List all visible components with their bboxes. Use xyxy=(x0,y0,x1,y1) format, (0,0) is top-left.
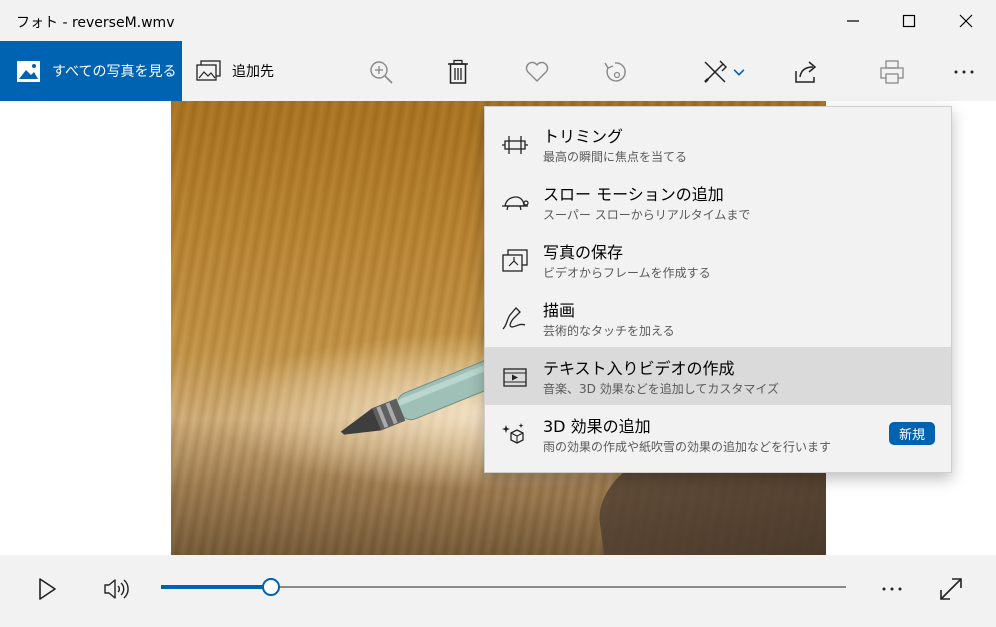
fullscreen-button[interactable] xyxy=(933,571,969,607)
rotate-icon xyxy=(604,62,626,82)
window-title: フォト - reverseM.wmv xyxy=(16,15,175,31)
menu-item-title: 写真の保存 xyxy=(543,243,624,262)
fullscreen-icon xyxy=(940,578,962,600)
minimize-icon xyxy=(847,19,859,22)
playback-more-button[interactable] xyxy=(874,571,910,607)
menu-item-subtitle: 雨の効果の作成や紙吹雪の効果の追加などを行います xyxy=(543,440,832,454)
toolbar: すべての写真を見る 追加先 xyxy=(0,41,996,101)
share-icon xyxy=(795,61,817,83)
minimize-button[interactable] xyxy=(825,0,881,41)
menu-item-slow-motion[interactable]: スロー モーションの追加 スーパー スローからリアルタイムまで xyxy=(485,173,951,231)
rotate-button[interactable] xyxy=(598,55,632,89)
video-with-text-icon xyxy=(503,368,527,387)
share-button[interactable] xyxy=(789,55,823,89)
menu-item-title: トリミング xyxy=(543,127,624,146)
save-photo-icon xyxy=(502,249,528,272)
menu-item-subtitle: ビデオからフレームを作成する xyxy=(543,266,711,280)
volume-button[interactable] xyxy=(98,571,134,607)
add-to-button[interactable]: 追加先 xyxy=(196,41,274,101)
menu-item-title: 描画 xyxy=(543,301,576,320)
menu-item-subtitle: 芸術的なタッチを加える xyxy=(543,324,675,338)
menu-item-subtitle: 最高の瞬間に焦点を当てる xyxy=(543,150,688,164)
menu-item-draw[interactable]: 描画 芸術的なタッチを加える xyxy=(485,289,951,347)
seek-thumb[interactable] xyxy=(262,578,280,596)
menu-item-title: テキスト入りビデオの作成 xyxy=(543,359,735,378)
volume-icon xyxy=(104,579,129,599)
favorite-heart-icon xyxy=(525,61,549,82)
trim-icon xyxy=(502,136,528,154)
edit-create-button[interactable] xyxy=(696,55,752,89)
play-icon xyxy=(39,578,56,600)
maximize-icon xyxy=(902,14,916,27)
play-button[interactable] xyxy=(29,571,65,607)
edit-create-icon xyxy=(704,60,727,83)
menu-item-save-photo[interactable]: 写真の保存 ビデオからフレームを作成する xyxy=(485,231,951,289)
menu-item-3d-effects[interactable]: 3D 効果の追加 雨の効果の作成や紙吹雪の効果の追加などを行います 新規 xyxy=(485,405,951,463)
photos-app-window: フォト - reverseM.wmv すべての写真を見る 追加先 トリミング 最… xyxy=(0,0,996,627)
menu-item-subtitle: 音楽、3D 効果などを追加してカスタマイズ xyxy=(543,382,779,396)
seek-progress xyxy=(161,585,271,589)
slow-motion-turtle-icon xyxy=(502,196,529,211)
3d-effects-icon xyxy=(502,423,524,444)
menu-item-subtitle: スーパー スローからリアルタイムまで xyxy=(543,208,751,222)
playback-controls xyxy=(0,555,996,627)
menu-item-video-with-text[interactable]: テキスト入りビデオの作成 音楽、3D 効果などを追加してカスタマイズ xyxy=(485,347,951,405)
menu-item-title: 3D 効果の追加 xyxy=(543,417,651,436)
favorite-button[interactable] xyxy=(520,55,554,89)
print-button[interactable] xyxy=(875,55,909,89)
more-icon xyxy=(882,587,902,591)
delete-button[interactable] xyxy=(441,55,475,89)
see-all-photos-label: すべての写真を見る xyxy=(52,64,177,80)
close-icon xyxy=(959,14,973,27)
menu-item-title: スロー モーションの追加 xyxy=(543,185,724,204)
see-all-photos-button[interactable]: すべての写真を見る xyxy=(0,41,182,101)
menu-item-trim[interactable]: トリミング 最高の瞬間に焦点を当てる xyxy=(485,115,951,173)
maximize-button[interactable] xyxy=(881,0,937,41)
delete-icon xyxy=(448,59,468,84)
print-icon xyxy=(880,60,904,84)
zoom-button[interactable] xyxy=(364,55,398,89)
chevron-down-icon xyxy=(733,69,745,76)
new-badge: 新規 xyxy=(888,422,935,445)
add-to-album-icon xyxy=(196,60,221,81)
title-bar: フォト - reverseM.wmv xyxy=(0,0,996,41)
photo-gallery-icon xyxy=(17,60,40,82)
edit-create-menu: トリミング 最高の瞬間に焦点を当てる スロー モーションの追加 スーパー スロー… xyxy=(484,106,952,473)
close-button[interactable] xyxy=(938,0,994,41)
more-icon xyxy=(954,70,974,74)
more-options-button[interactable] xyxy=(947,55,981,89)
zoom-in-icon xyxy=(370,61,393,84)
add-to-label: 追加先 xyxy=(232,64,274,80)
draw-pen-icon xyxy=(502,307,526,330)
